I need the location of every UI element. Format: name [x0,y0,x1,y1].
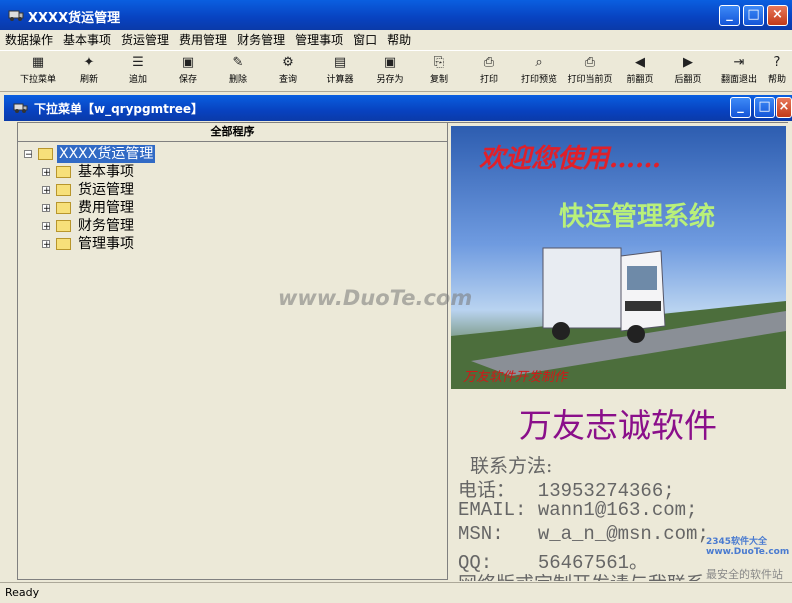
save-as-icon: ▣ [383,55,397,70]
delete-icon: ✎ [232,55,244,70]
minimize-button[interactable]: _ [719,5,740,26]
exit-icon: ⇥ [733,55,745,70]
append-icon: ☰ [132,55,144,70]
watermark-duote: www.DuoTe.com [278,286,473,310]
collapse-icon[interactable]: − [24,150,33,160]
toolbar-save-button[interactable]: ▣ 保存 [173,54,203,90]
toolbar-dropdown-button[interactable]: ▦ 下拉菜单 [14,54,62,90]
expand-icon[interactable]: + [42,168,51,178]
toolbar-exit-button[interactable]: ⇥ 翻面退出 [716,54,762,90]
toolbar-query-button[interactable]: ⚙ 查询 [273,54,303,90]
calculator-icon: ▤ [333,55,347,70]
toolbar-calculator-button[interactable]: ▤ 计算器 [320,54,360,90]
menu-item-data[interactable]: 数据操作 [0,30,58,50]
welcome-pane: 欢迎您使用…… 快运管理系统 万友软件开发制作 万友志诚软件 联系方法: 电话：… [448,122,788,581]
tree-header: 全部程序 [18,123,447,142]
query-icon: ⚙ [282,55,294,70]
toolbar-print-page-button[interactable]: ⎙ 打印当前页 [563,54,617,90]
watermark-safe: 最安全的软件站 [706,568,783,581]
save-icon: ▣ [181,55,195,70]
menu-item-window[interactable]: 窗口 [348,30,382,50]
print-icon: ⎙ [483,55,495,70]
toolbar-copy-button[interactable]: ⎘ 复制 [424,54,454,90]
mdi-child-titlebar: 下拉菜单【w_qrypgmtree】 _ □ × [4,95,792,121]
folder-icon [56,166,71,178]
truck-window-icon [13,101,28,114]
expand-icon[interactable]: + [42,240,51,250]
toolbar-print-button[interactable]: ⎙ 打印 [474,54,504,90]
contact-msn: MSN: w_a_n_@msn.com; [458,523,709,545]
company-name: 万友志诚软件 [519,406,717,445]
contact-heading: 联系方法: [470,455,553,477]
watermark-2345: 2345软件大全 www.DuoTe.com [706,537,790,557]
close-button[interactable]: × [767,5,788,26]
folder-icon [56,220,71,232]
app-titlebar: XXXX货运管理 _ □ × [0,0,792,30]
toolbar-next-page-button[interactable]: ▶ 后翻页 [670,54,706,90]
child-close-button[interactable]: × [776,97,792,118]
menu-item-freight[interactable]: 货运管理 [116,30,174,50]
menu-item-basic[interactable]: 基本事项 [58,30,116,50]
app-title: XXXX货运管理 [28,11,121,26]
child-maximize-button[interactable]: □ [754,97,775,118]
menu-item-admin[interactable]: 管理事项 [290,30,348,50]
toolbar-help-button[interactable]: ? 帮助 [764,54,790,90]
system-name-text: 快运管理系统 [559,202,716,232]
toolbar: ▦ 下拉菜单 ✦ 刷新 ☰ 追加 ▣ 保存 ✎ 删除 ⚙ 查询 ▤ 计算器 ▣ 另存为 ⎘ 复制 … [0,50,792,92]
print-page-icon: ⎙ [584,55,596,70]
print-preview-icon: ⌕ [535,55,543,70]
expand-icon[interactable]: + [42,186,51,196]
status-bar: Ready [0,582,792,603]
truck-app-icon [8,8,24,22]
menu-item-help[interactable]: 帮助 [382,30,416,50]
folder-icon [56,238,71,250]
folder-icon [38,148,53,160]
toolbar-save-as-button[interactable]: ▣ 另存为 [370,54,410,90]
next-page-icon: ▶ [683,55,693,70]
dropdown-menu-icon: ▦ [31,55,45,70]
maximize-button[interactable]: □ [743,5,764,26]
help-icon: ? [773,55,781,70]
menu-item-expense[interactable]: 费用管理 [174,30,232,50]
toolbar-delete-button[interactable]: ✎ 删除 [223,54,253,90]
toolbar-prev-page-button[interactable]: ◀ 前翻页 [622,54,658,90]
menu-item-finance[interactable]: 财务管理 [232,30,290,50]
contact-email: EMAIL: wann1@163.com; [458,499,698,521]
maker-text: 万友软件开发制作 [463,370,568,385]
welcome-banner-image: 欢迎您使用…… 快运管理系统 万友软件开发制作 [451,126,786,389]
contact-note: 网络版或定制开发请与我联系 [458,569,705,581]
program-tree-pane: 全部程序 − XXXX货运管理 + 基本事项 + 货运管理 + 费用管理 + 财… [17,122,448,580]
toolbar-append-button[interactable]: ☰ 追加 [123,54,153,90]
expand-icon[interactable]: + [42,222,51,232]
copy-icon: ⎘ [433,55,445,70]
child-minimize-button[interactable]: _ [730,97,751,118]
toolbar-print-preview-button[interactable]: ⌕ 打印预览 [516,54,562,90]
expand-icon[interactable]: + [42,204,51,214]
folder-icon [56,184,71,196]
welcome-text: 欢迎您使用…… [479,144,662,174]
folder-icon [56,202,71,214]
mdi-child-title: 下拉菜单【w_qrypgmtree】 [34,102,204,116]
toolbar-refresh-button[interactable]: ✦ 刷新 [74,54,104,90]
refresh-icon: ✦ [83,55,95,70]
menu-bar: 数据操作 基本事项 货运管理 费用管理 财务管理 管理事项 窗口 帮助 [0,30,792,50]
contact-phone: 电话： 13953274366; [458,480,675,502]
prev-page-icon: ◀ [635,55,645,70]
